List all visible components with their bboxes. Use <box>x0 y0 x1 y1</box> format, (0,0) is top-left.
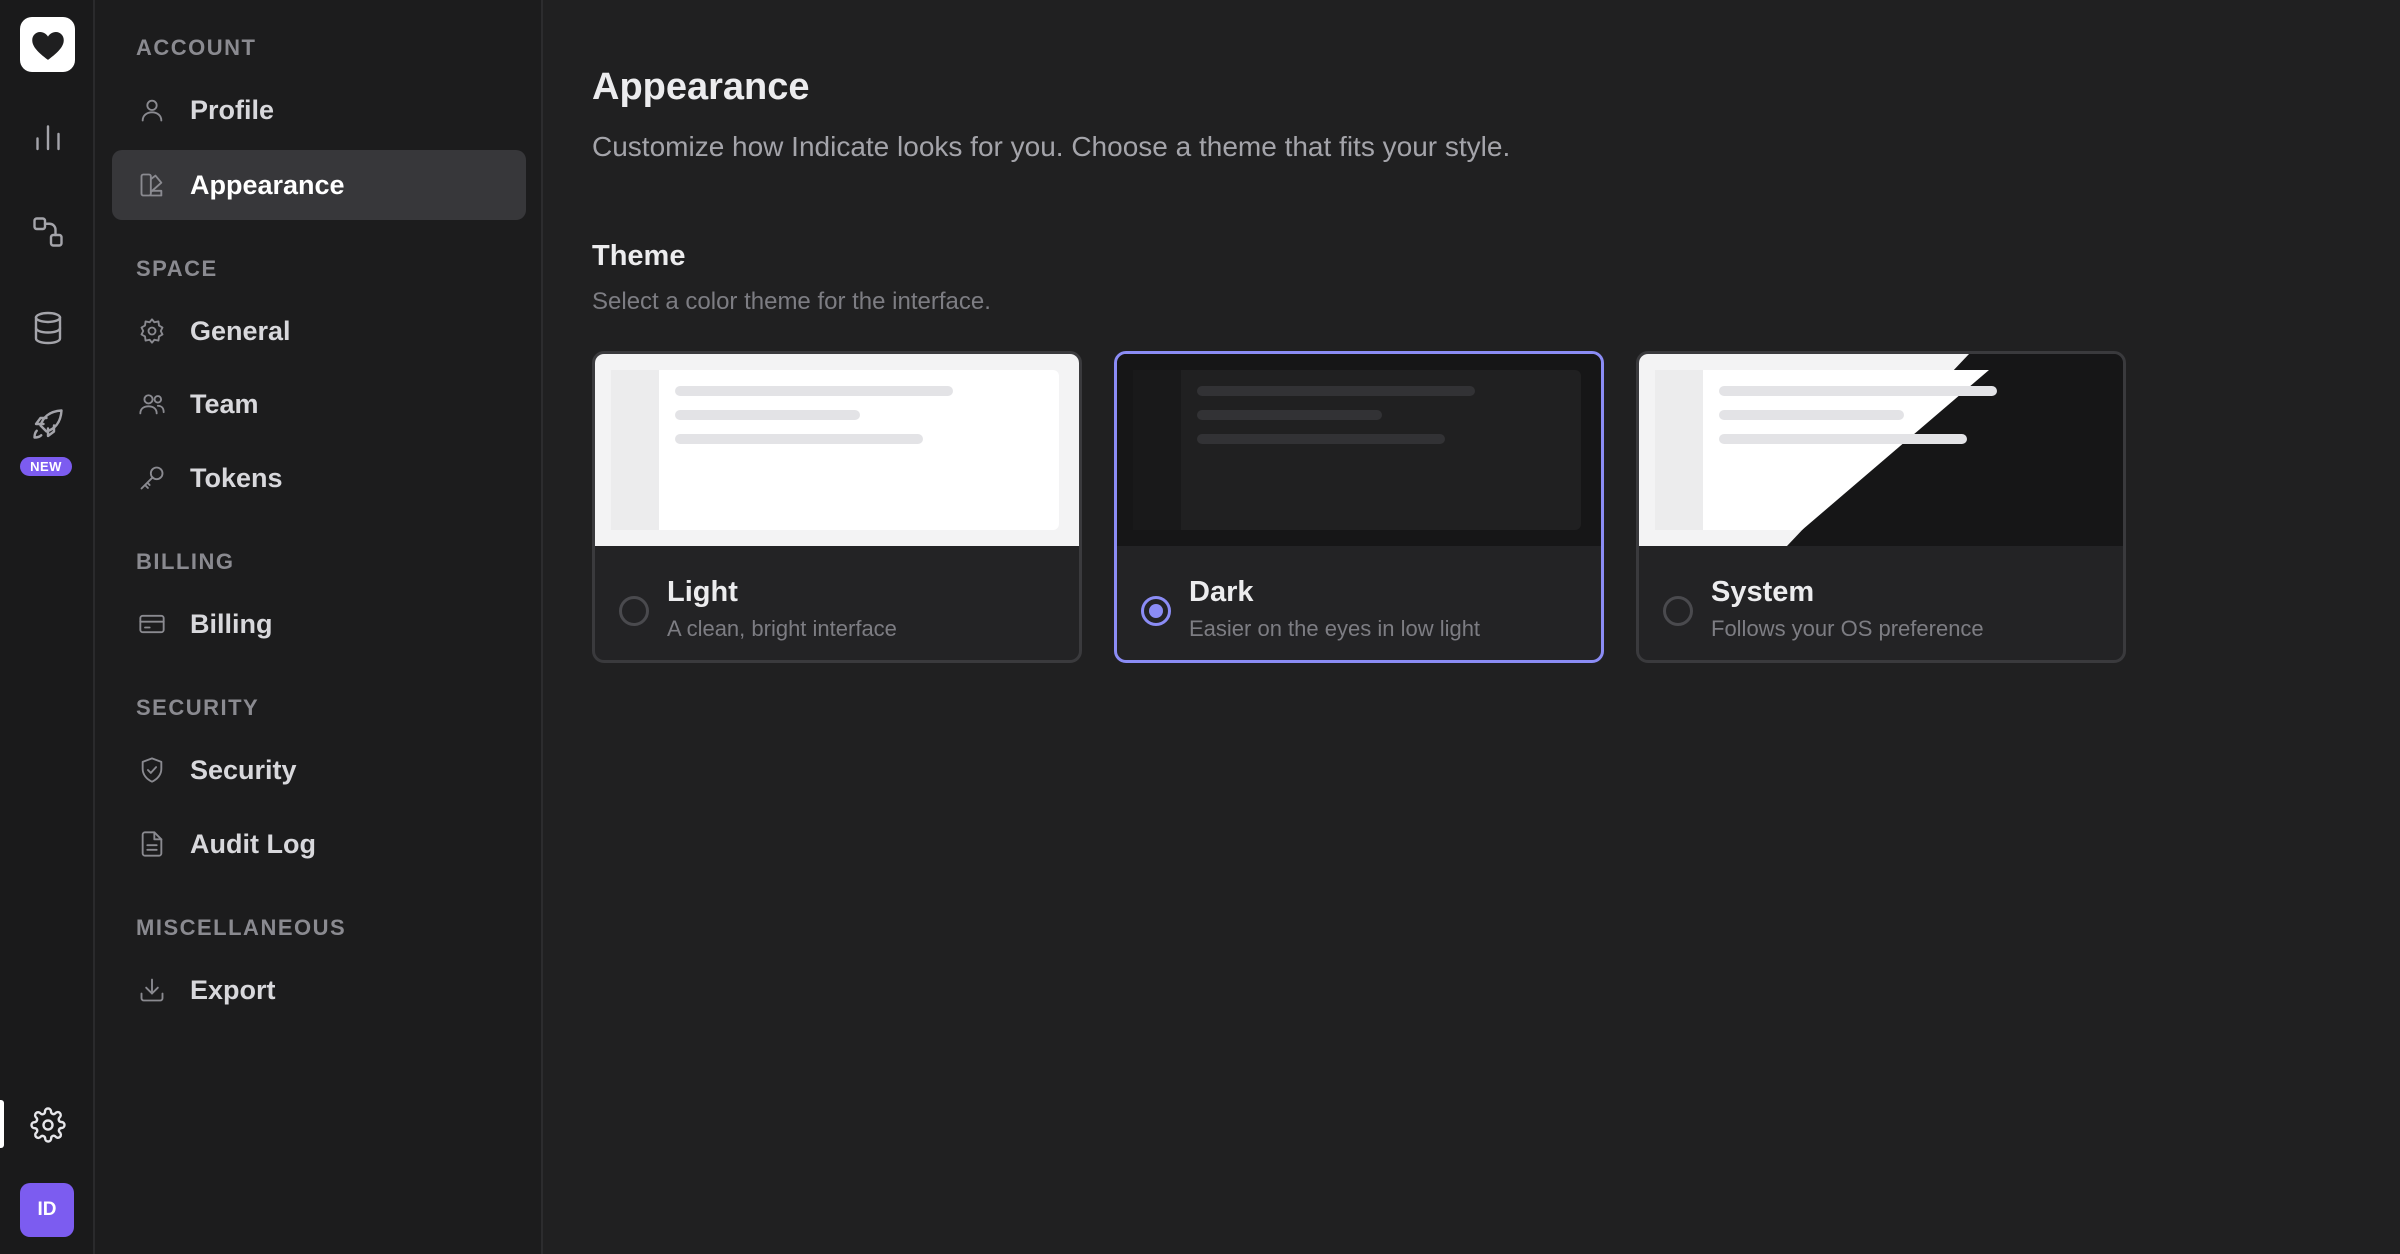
nav-item-export[interactable]: Export <box>112 955 526 1025</box>
credit-card-icon <box>136 608 168 640</box>
nav-item-label: Appearance <box>190 169 345 200</box>
theme-section-title: Theme <box>592 240 686 272</box>
theme-section-description: Select a color theme for the interface. <box>592 288 991 315</box>
theme-option-title: Light <box>667 576 738 608</box>
nav-item-label: Billing <box>190 608 273 639</box>
dark-theme-preview <box>1117 354 1601 546</box>
shield-check-icon <box>136 754 168 786</box>
nav-item-audit-log[interactable]: Audit Log <box>112 809 526 879</box>
theme-option-description: Follows your OS preference <box>1711 616 1984 641</box>
database-icon <box>34 311 61 344</box>
user-icon <box>136 94 168 126</box>
rocket-icon <box>32 408 63 439</box>
theme-option-description: Easier on the eyes in low light <box>1189 616 1481 641</box>
nav-item-profile[interactable]: Profile <box>112 75 526 145</box>
theme-option-light[interactable]: Light A clean, bright interface <box>592 351 1082 663</box>
nav-item-label: Export <box>190 974 276 1005</box>
theme-card-footer: Dark Easier on the eyes in low light <box>1117 546 1601 660</box>
nav-item-label: General <box>190 315 291 346</box>
rail-active-indicator <box>0 1100 4 1148</box>
user-avatar[interactable]: ID <box>20 1183 74 1237</box>
rail-settings-button[interactable] <box>20 1097 75 1152</box>
rail-launch-button[interactable] <box>20 396 75 451</box>
radio-button-selected[interactable] <box>1141 596 1171 626</box>
new-badge: NEW <box>20 457 72 476</box>
app-logo[interactable] <box>20 17 75 72</box>
nav-item-team[interactable]: Team <box>112 369 526 439</box>
nav-item-label: Audit Log <box>190 828 316 859</box>
theme-option-dark[interactable]: Dark Easier on the eyes in low light <box>1114 351 1604 663</box>
nav-item-label: Security <box>190 754 297 785</box>
rail-database-button[interactable] <box>20 300 75 355</box>
theme-option-title: Dark <box>1189 576 1254 608</box>
rail-analytics-button[interactable] <box>20 109 75 164</box>
system-split-preview <box>1639 354 1997 546</box>
light-theme-preview <box>595 354 1079 546</box>
radio-button[interactable] <box>619 596 649 626</box>
nav-item-appearance[interactable]: Appearance <box>112 150 526 220</box>
page-title: Appearance <box>592 66 810 108</box>
nav-item-label: Tokens <box>190 462 283 493</box>
nav-item-label: Profile <box>190 94 275 125</box>
nav-item-label: Team <box>190 388 259 419</box>
gear-icon <box>136 315 168 347</box>
nav-item-general[interactable]: General <box>112 296 526 366</box>
system-theme-preview <box>1639 354 2123 546</box>
nav-section-billing: BILLING <box>136 549 235 574</box>
palette-icon <box>136 169 168 201</box>
theme-option-description: A clean, bright interface <box>667 616 897 641</box>
nav-item-billing[interactable]: Billing <box>112 589 526 659</box>
nav-item-security[interactable]: Security <box>112 735 526 805</box>
app-window: NEW ID ACCOUNT Profile Appearance SPACE <box>0 0 2400 1254</box>
workflow-icon <box>32 216 63 247</box>
heart-icon <box>28 25 67 64</box>
settings-nav: ACCOUNT Profile Appearance SPACE General… <box>95 0 543 1254</box>
page-subtitle: Customize how Indicate looks for you. Ch… <box>592 131 1511 162</box>
theme-option-system[interactable]: System Follows your OS preference <box>1636 351 2126 663</box>
theme-card-footer: System Follows your OS preference <box>1639 546 2123 660</box>
radio-button[interactable] <box>1663 596 1693 626</box>
gear-icon <box>29 1106 66 1143</box>
rail-workflows-button[interactable] <box>20 204 75 259</box>
file-text-icon <box>136 828 168 860</box>
download-icon <box>136 974 168 1006</box>
icon-rail: NEW ID <box>0 0 95 1254</box>
key-icon <box>136 462 168 494</box>
nav-section-security: SECURITY <box>136 695 260 720</box>
users-icon <box>136 388 168 420</box>
nav-section-account: ACCOUNT <box>136 35 257 60</box>
nav-section-space: SPACE <box>136 256 218 281</box>
theme-card-footer: Light A clean, bright interface <box>595 546 1079 660</box>
nav-section-miscellaneous: MISCELLANEOUS <box>136 915 347 940</box>
bar-chart-icon <box>35 124 60 150</box>
main-content: Appearance Customize how Indicate looks … <box>545 0 2400 1254</box>
theme-option-title: System <box>1711 576 1815 608</box>
nav-item-tokens[interactable]: Tokens <box>112 443 526 513</box>
